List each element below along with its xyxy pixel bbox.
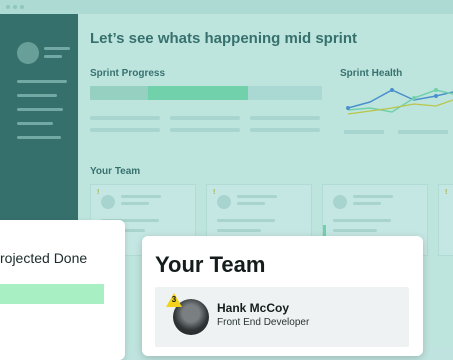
projected-done-bar <box>0 284 104 304</box>
rank-badge: 3 <box>166 293 182 307</box>
team-member-row[interactable]: 3 Hank McCoy Front End Developer <box>155 287 409 347</box>
member-role: Front End Developer <box>217 317 310 328</box>
rank-number: 3 <box>171 295 177 304</box>
card-title: Your Team <box>155 252 266 277</box>
your-team-card: Your Team 3 Hank McCoy Front End Develop… <box>142 236 423 356</box>
projected-done-card: rojected Done <box>0 220 125 360</box>
member-name: Hank McCoy <box>217 301 290 315</box>
projected-done-label: rojected Done <box>0 250 88 266</box>
